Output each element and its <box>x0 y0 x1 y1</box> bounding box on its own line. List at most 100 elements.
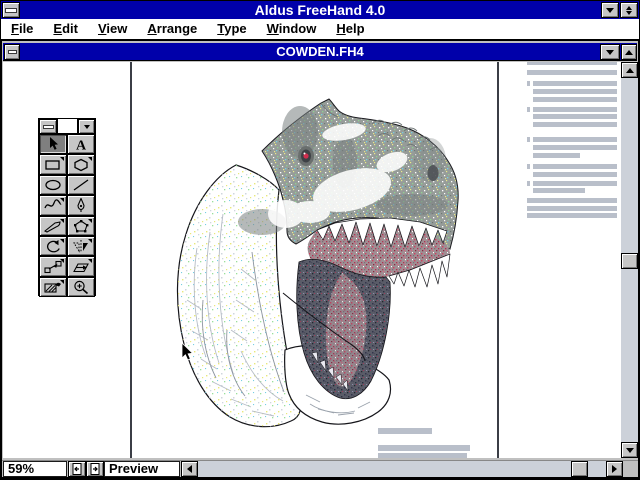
page-edge <box>130 62 132 458</box>
tool-pointer[interactable] <box>39 134 67 155</box>
zoom-level-value: 59% <box>8 461 35 476</box>
tool-pen[interactable] <box>67 195 95 216</box>
line-icon <box>73 179 89 191</box>
vertical-scrollbar[interactable] <box>621 62 638 458</box>
greeked-text-line <box>533 137 617 142</box>
freehand-app-window: { "app": { "title": "Aldus FreeHand 4.0"… <box>0 0 640 480</box>
greeked-text-line <box>533 145 617 150</box>
greeked-text-line <box>533 172 617 177</box>
greeked-text-line <box>533 89 617 94</box>
greeked-text-line <box>378 428 432 434</box>
document-minimize-button[interactable] <box>600 44 620 60</box>
page-left-icon <box>72 463 82 475</box>
document-titlebar[interactable]: COWDEN.FH4 <box>3 43 637 61</box>
page-edge <box>497 62 499 458</box>
app-titlebar[interactable]: Aldus FreeHand 4.0 <box>1 1 639 19</box>
scroll-left-icon <box>183 465 192 473</box>
system-menu-dash-icon <box>5 7 17 13</box>
greeked-text-line <box>527 137 530 142</box>
scroll-right-button[interactable] <box>606 461 623 477</box>
tool-knife[interactable] <box>39 215 67 236</box>
toolbox-dropdown-button[interactable] <box>78 119 95 134</box>
flyout-mark <box>60 279 64 284</box>
v-scrollbar-thumb[interactable] <box>621 253 638 269</box>
greeked-text-line <box>533 153 580 158</box>
greeked-text-line <box>533 81 617 86</box>
flyout-mark <box>60 218 64 223</box>
scroll-left-button[interactable] <box>181 461 198 477</box>
zoom-icon <box>74 280 89 294</box>
tool-bezigon[interactable] <box>67 215 95 236</box>
tool-rectangle[interactable] <box>39 154 67 175</box>
greeked-text-line <box>533 107 617 112</box>
scroll-up-icon <box>625 64 634 73</box>
horizontal-scrollbar[interactable] <box>181 461 623 477</box>
tool-zoom[interactable] <box>67 276 95 298</box>
previous-page-button[interactable] <box>68 461 86 477</box>
view-mode-field[interactable]: Preview <box>104 461 180 477</box>
minimize-icon <box>606 7 614 17</box>
menu-edit[interactable]: Edit <box>43 19 88 39</box>
menu-view[interactable]: View <box>88 19 137 39</box>
menu-file[interactable]: File <box>1 19 43 39</box>
tool-freehand[interactable] <box>39 195 67 216</box>
menu-type[interactable]: Type <box>207 19 256 39</box>
ellipse-icon <box>45 179 61 191</box>
tool-line[interactable] <box>67 174 95 196</box>
scroll-right-icon <box>612 465 621 473</box>
pointer-icon <box>50 137 58 150</box>
greeked-text-line <box>378 453 467 458</box>
mouse-cursor <box>181 342 195 363</box>
status-bar: 59% Preview <box>2 460 638 477</box>
flyout-mark <box>60 157 64 162</box>
greeked-text-line <box>527 213 617 218</box>
greeked-text-line <box>527 181 530 186</box>
dino-ear-spot <box>427 165 439 181</box>
toolbox-titlebar[interactable] <box>39 119 95 134</box>
pen-icon <box>77 198 85 213</box>
tool-polygon[interactable] <box>67 154 95 175</box>
greeked-text-line <box>533 122 617 127</box>
document-maximize-icon <box>625 46 633 55</box>
document-maximize-button[interactable] <box>621 44 637 60</box>
menu-help[interactable]: Help <box>326 19 374 39</box>
tool-ellipse[interactable] <box>39 174 67 196</box>
tool-scale[interactable] <box>39 256 67 277</box>
scroll-up-button[interactable] <box>621 62 638 78</box>
zoom-level-field[interactable]: 59% <box>3 461 67 477</box>
tool-skew[interactable] <box>67 256 95 277</box>
scroll-down-button[interactable] <box>621 442 638 458</box>
restore-button[interactable] <box>620 2 638 18</box>
tool-reflect[interactable] <box>67 235 95 257</box>
tool-text[interactable]: A <box>67 134 95 155</box>
tool-grid: A <box>39 134 95 298</box>
minimize-button[interactable] <box>601 2 619 18</box>
scroll-down-icon <box>625 447 634 457</box>
h-scrollbar-thumb[interactable] <box>571 461 588 477</box>
document-minimize-icon <box>606 49 614 59</box>
text-tool-icon: A <box>76 139 87 152</box>
toolbox-title-area <box>57 119 78 134</box>
restore-up-icon <box>626 3 632 10</box>
greeked-text-line <box>533 114 617 119</box>
flyout-mark <box>88 218 92 223</box>
next-page-button[interactable] <box>86 461 104 477</box>
menu-window[interactable]: Window <box>257 19 327 39</box>
flyout-mark <box>60 259 64 264</box>
greeked-text-line <box>378 445 470 451</box>
scrollbar-corner <box>623 461 638 477</box>
tool-trace[interactable] <box>39 276 67 298</box>
menu-arrange[interactable]: Arrange <box>137 19 207 39</box>
greeked-text-line <box>527 70 617 75</box>
svg-text:A: A <box>76 139 87 152</box>
flyout-mark <box>88 259 92 264</box>
system-menu-button[interactable] <box>2 2 20 18</box>
restore-down-icon <box>626 10 632 18</box>
page-right-icon <box>90 463 100 475</box>
tool-rotate[interactable] <box>39 235 67 257</box>
document-system-menu-button[interactable] <box>4 44 20 60</box>
toolbox-system-menu-button[interactable] <box>39 119 57 134</box>
greeked-text-line <box>527 206 617 211</box>
greeked-text-line <box>527 164 530 169</box>
view-mode-value: Preview <box>109 461 159 476</box>
